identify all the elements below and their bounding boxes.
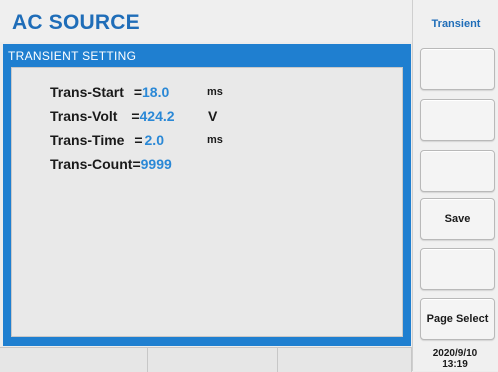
param-value[interactable]: 9999: [141, 156, 172, 172]
equals-sign: =: [132, 156, 141, 172]
softkey-1[interactable]: [420, 48, 495, 90]
equals-sign: =: [131, 108, 140, 124]
param-unit: ms: [207, 86, 223, 98]
param-unit: ms: [207, 134, 223, 146]
settings-area: Trans-Start =18.0 ms Trans-Volt =424.2 V…: [11, 67, 403, 337]
date-text: 2020/9/10: [432, 348, 478, 359]
app-title: AC SOURCE: [12, 11, 140, 34]
panel-title: TRANSIENT SETTING: [8, 49, 137, 63]
header-bar: AC SOURCE: [0, 0, 412, 42]
status-cell-1: [0, 348, 148, 372]
softkey-5[interactable]: [420, 248, 495, 290]
softkey-2[interactable]: [420, 99, 495, 141]
param-value[interactable]: 2.0: [145, 132, 164, 148]
param-name: Trans-Volt: [50, 108, 118, 124]
equals-sign: =: [133, 84, 142, 100]
trans-volt-row[interactable]: Trans-Volt =424.2 V: [50, 108, 217, 128]
equals-sign: =: [134, 132, 143, 148]
mode-label: Transient: [431, 18, 481, 30]
param-name: Trans-Count: [50, 156, 133, 172]
save-button[interactable]: Save: [420, 198, 495, 240]
time-text: 13:19: [442, 359, 468, 370]
param-name: Trans-Start: [50, 84, 124, 100]
softkey-3[interactable]: [420, 150, 495, 192]
param-value[interactable]: 424.2: [140, 108, 175, 124]
trans-count-row[interactable]: Trans-Count=9999: [50, 156, 172, 176]
softkey-column: Transient Save Page Select: [412, 0, 498, 371]
param-name: Trans-Time: [50, 132, 125, 148]
status-cell-3: [278, 348, 412, 372]
trans-start-row[interactable]: Trans-Start =18.0 ms: [50, 84, 223, 104]
status-cell-2: [148, 348, 278, 372]
transient-setting-panel: TRANSIENT SETTING Trans-Start =18.0 ms T…: [3, 44, 411, 346]
page-select-button[interactable]: Page Select: [420, 298, 495, 340]
param-unit: V: [208, 108, 218, 124]
datetime-display: 2020/9/10 13:19: [412, 346, 498, 371]
status-bar: [0, 347, 412, 372]
param-value[interactable]: 18.0: [142, 84, 169, 100]
trans-time-row[interactable]: Trans-Time = 2.0 ms: [50, 132, 223, 152]
